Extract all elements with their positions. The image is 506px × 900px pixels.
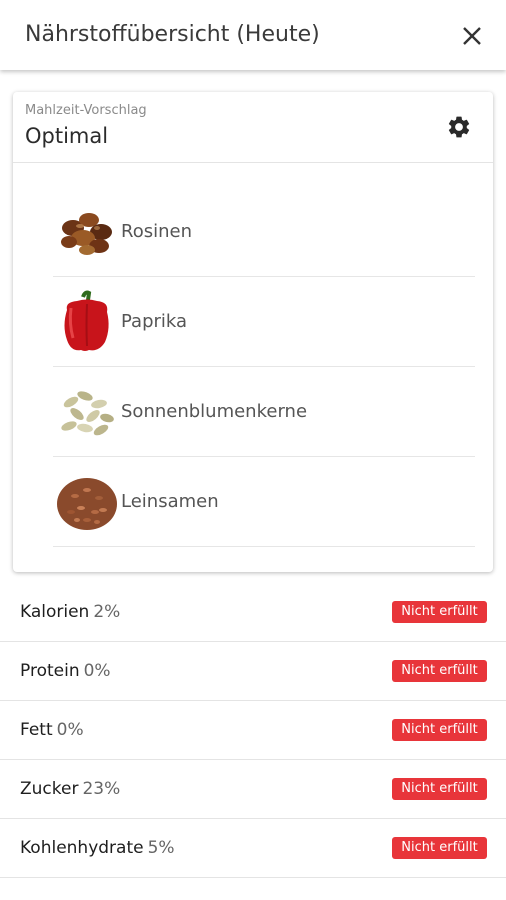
settings-button[interactable]	[443, 111, 475, 143]
food-label: Rosinen	[121, 221, 192, 242]
flaxseed-image	[53, 468, 121, 536]
nutrient-name: Kohlenhydrate 5%	[20, 838, 175, 858]
nutrient-row-fett[interactable]: Fett 0% Nicht erfüllt	[0, 701, 506, 760]
food-item-sonnenblumenkerne[interactable]: Sonnenblumenkerne	[53, 367, 475, 457]
page-title: Nährstoffübersicht (Heute)	[25, 22, 320, 47]
red-pepper-image	[53, 288, 121, 356]
status-badge: Nicht erfüllt	[392, 837, 487, 859]
close-button[interactable]	[456, 20, 488, 52]
nutrient-name: Zucker 23%	[20, 779, 121, 799]
status-badge: Nicht erfüllt	[392, 719, 487, 741]
food-label: Sonnenblumenkerne	[121, 401, 308, 422]
food-list: Rosinen Paprika Sonnenblumenkerne Leinsa…	[53, 187, 475, 547]
food-item-rosinen[interactable]: Rosinen	[53, 187, 475, 277]
nutrient-name: Protein 0%	[20, 661, 111, 681]
meal-suggestion-value: Optimal	[25, 124, 109, 148]
close-icon	[463, 27, 481, 45]
nutrient-row-kalorien[interactable]: Kalorien 2% Nicht erfüllt	[0, 583, 506, 642]
food-label: Paprika	[121, 311, 188, 332]
raisins-image	[53, 198, 121, 266]
food-item-leinsamen[interactable]: Leinsamen	[53, 457, 475, 547]
status-badge: Nicht erfüllt	[392, 601, 487, 623]
nutrient-row-zucker[interactable]: Zucker 23% Nicht erfüllt	[0, 760, 506, 819]
nutrient-list: Kalorien 2% Nicht erfüllt Protein 0% Nicht…	[0, 583, 506, 878]
nutrient-name: Kalorien 2%	[20, 602, 121, 622]
status-badge: Nicht erfüllt	[392, 660, 487, 682]
food-label: Leinsamen	[121, 491, 219, 512]
nutrient-percent: 0%	[56, 720, 84, 740]
meal-suggestion-hint: Mahlzeit-Vorschlag	[25, 103, 147, 118]
nutrient-percent: 5%	[147, 838, 175, 858]
nutrient-row-protein[interactable]: Protein 0% Nicht erfüllt	[0, 642, 506, 701]
sunflower-seeds-image	[53, 378, 121, 446]
gear-icon	[448, 116, 470, 138]
nutrient-name: Fett 0%	[20, 720, 84, 740]
nutrient-percent: 23%	[82, 779, 121, 799]
food-item-paprika[interactable]: Paprika	[53, 277, 475, 367]
nutrient-percent: 2%	[93, 602, 121, 622]
nutrient-percent: 0%	[83, 661, 111, 681]
meal-suggestion-header[interactable]: Mahlzeit-Vorschlag Optimal	[13, 92, 493, 163]
nutrient-row-kohlenhydrate[interactable]: Kohlenhydrate 5% Nicht erfüllt	[0, 819, 506, 878]
app-bar: Nährstoffübersicht (Heute)	[0, 0, 506, 70]
meal-suggestion-card: Mahlzeit-Vorschlag Optimal Rosinen Papri…	[13, 92, 493, 572]
status-badge: Nicht erfüllt	[392, 778, 487, 800]
